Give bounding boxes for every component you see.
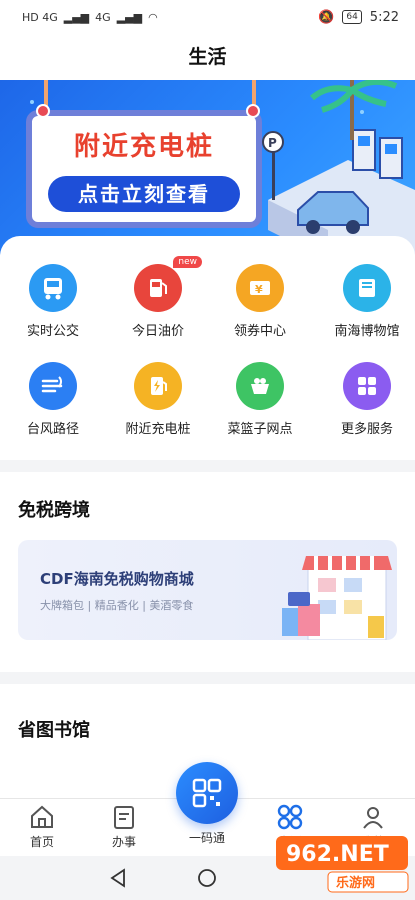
typhoon-icon (29, 362, 77, 410)
watermark-logo: 962.NET 乐游网 (276, 836, 409, 893)
service-typhoon-path[interactable]: 台风路径 (8, 362, 98, 437)
service-label: 菜篮子网点 (227, 422, 293, 437)
signal-icon: ▂▄▆ (63, 10, 90, 24)
status-bar: HD 4G ▂▄▆ 4G ▂▄▆ ◠ 🔕 64 5:22 (0, 0, 415, 34)
cdf-promo-card[interactable]: CDF海南免税购物商城 大牌箱包 | 精品香化 | 美酒零食 (18, 540, 397, 640)
service-label: 今日油价 (131, 324, 184, 339)
bus-icon (29, 264, 77, 312)
home-circle-icon[interactable] (197, 868, 217, 888)
qr-code-icon (192, 778, 222, 808)
svg-text:P: P (268, 136, 277, 150)
clock: 5:22 (369, 9, 399, 25)
network-indicator-left: HD 4G (22, 10, 58, 24)
service-label: 附近充电桩 (125, 422, 191, 437)
charging-banner[interactable]: 附近充电桩 点击立刻查看 P (0, 80, 415, 260)
tab-label: 办事 (111, 835, 136, 849)
service-realtime-bus[interactable]: 实时公交 (8, 264, 98, 339)
fuel-pump-icon: new (134, 256, 202, 312)
qr-code-button[interactable] (176, 762, 238, 824)
back-icon[interactable] (108, 868, 128, 888)
promo-subtitle: 大牌箱包 | 精品香化 | 美酒零食 (40, 599, 194, 612)
banner-view-button[interactable]: 点击立刻查看 (48, 176, 240, 212)
book-icon (343, 264, 391, 312)
pin-icon (36, 104, 50, 118)
page-title: 生活 (0, 34, 415, 80)
document-icon (94, 803, 154, 831)
svg-text:¥: ¥ (255, 283, 263, 296)
new-badge: new (173, 256, 202, 268)
services-grid: 实时公交 new 今日油价 ¥ 领券中心 南海博物馆 台风路径 附近充电桩 菜篮… (0, 236, 415, 460)
service-label: 实时公交 (26, 324, 79, 339)
shop-illustration (282, 556, 392, 640)
section-title: 免税跨境 (18, 500, 90, 521)
tab-qr-code[interactable]: 一码通 (177, 827, 237, 846)
mute-bell-icon: 🔕 (318, 9, 335, 25)
banner-sign: 附近充电桩 点击立刻查看 (26, 110, 262, 228)
charging-scene-illustration: P (262, 80, 415, 260)
coupon-icon: ¥ (236, 264, 284, 312)
svg-text:乐游网: 乐游网 (336, 875, 375, 891)
service-museum[interactable]: 南海博物馆 (322, 264, 412, 339)
wifi-icon: ◠ (148, 10, 158, 24)
network-indicator-right: 4G (95, 10, 111, 24)
banner-dot (30, 100, 34, 104)
svg-text:962.NET: 962.NET (286, 842, 389, 867)
promo-title: CDF海南免税购物商城 (40, 570, 194, 588)
signal-icon-2: ▂▄▆ (116, 10, 143, 24)
service-coupon-center[interactable]: ¥ 领券中心 (215, 264, 305, 339)
service-label: 南海博物馆 (334, 324, 400, 339)
service-label: 台风路径 (26, 422, 79, 437)
tab-label: 一码通 (188, 831, 225, 845)
section-title: 省图书馆 (18, 720, 90, 741)
service-more[interactable]: 更多服务 (322, 362, 412, 437)
charging-station-icon (134, 362, 182, 410)
basket-icon (236, 362, 284, 410)
tab-label: 首页 (29, 835, 54, 849)
banner-title: 附近充电桩 (73, 132, 214, 162)
battery-indicator: 64 (342, 10, 362, 24)
tab-affairs[interactable]: 办事 (94, 803, 154, 850)
service-vegetable-basket[interactable]: 菜篮子网点 (215, 362, 305, 437)
service-label: 更多服务 (340, 422, 393, 437)
tab-home[interactable]: 首页 (12, 803, 72, 850)
service-charging-station[interactable]: 附近充电桩 (113, 362, 203, 437)
home-icon (12, 803, 72, 831)
service-fuel-price[interactable]: new 今日油价 (113, 256, 203, 339)
service-label: 领券中心 (233, 324, 286, 339)
duty-free-section: 免税跨境 CDF海南免税购物商城 大牌箱包 | 精品香化 | 美酒零食 (0, 472, 415, 672)
more-services-icon (343, 362, 391, 410)
